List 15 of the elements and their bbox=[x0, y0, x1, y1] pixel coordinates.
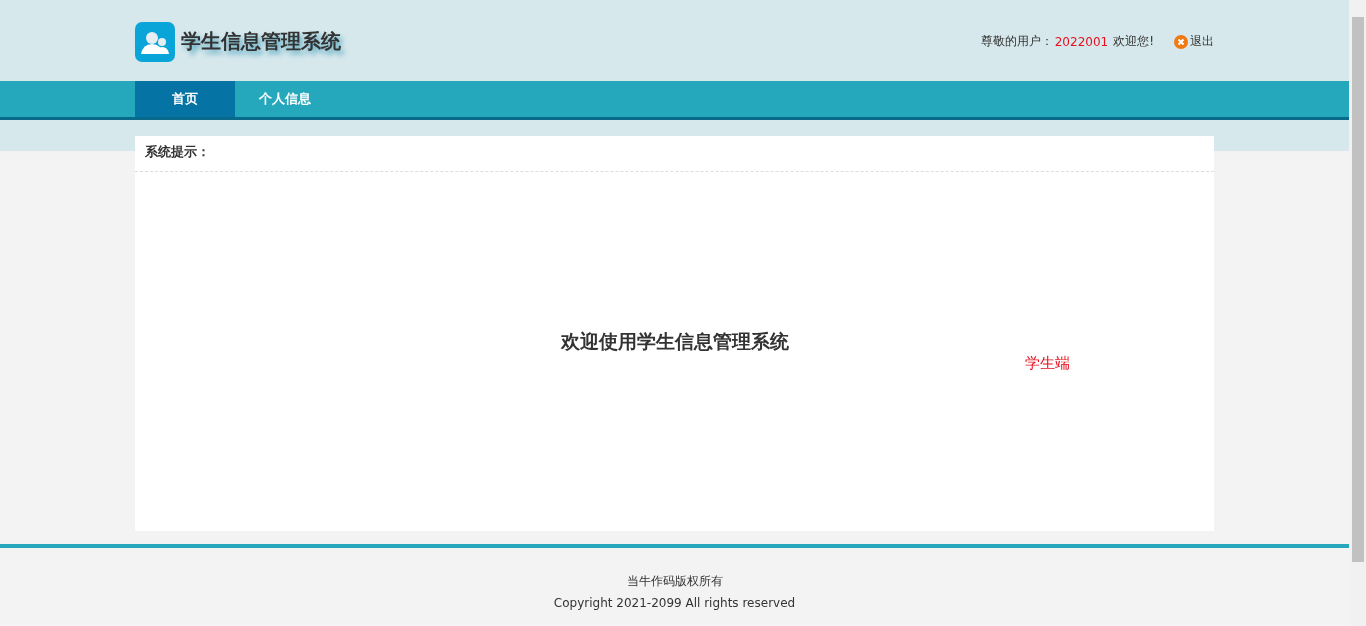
footer-copyright: Copyright 2021-2099 All rights reserved bbox=[552, 595, 797, 612]
footer-owner: 当牛作码版权所有 bbox=[625, 573, 724, 590]
scrollbar[interactable] bbox=[1349, 0, 1366, 626]
nav-tab[interactable]: 个人信息 bbox=[235, 81, 335, 117]
welcome-heading: 欢迎使用学生信息管理系统 bbox=[560, 328, 789, 354]
welcome-text: 欢迎您! bbox=[1113, 33, 1154, 50]
logout-link[interactable]: 退出 bbox=[1174, 33, 1214, 50]
panel-title: 系统提示： bbox=[135, 136, 1214, 172]
app-title: 学生信息管理系统 bbox=[181, 28, 341, 55]
nav-tab[interactable]: 首页 bbox=[135, 81, 235, 117]
close-icon bbox=[1174, 34, 1188, 49]
user-id: 2022001 bbox=[1054, 34, 1109, 49]
users-logo-icon bbox=[135, 21, 175, 62]
greeting-label: 尊敬的用户： bbox=[980, 33, 1053, 50]
role-label: 学生端 bbox=[1025, 354, 1070, 373]
